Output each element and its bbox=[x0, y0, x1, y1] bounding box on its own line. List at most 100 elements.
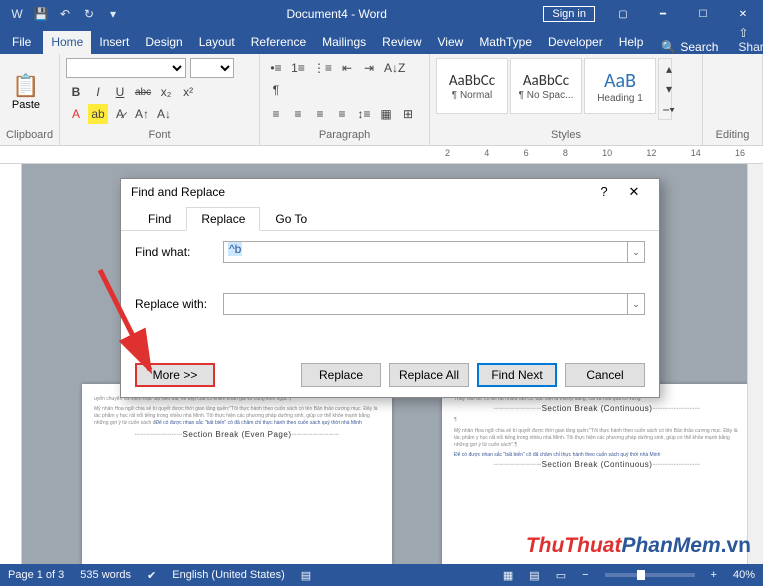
dialog-help-icon[interactable]: ? bbox=[589, 184, 619, 199]
justify-button[interactable]: ≡ bbox=[332, 104, 352, 124]
tab-file[interactable]: File bbox=[0, 31, 43, 54]
group-paragraph: •≡ 1≡ ⋮≡ ⇤ ⇥ A↓Z ¶ ≡ ≡ ≡ ≡ ↕≡ ▦ ⊞ Paragr… bbox=[260, 54, 430, 145]
dialog-titlebar[interactable]: Find and Replace ? ✕ bbox=[121, 179, 659, 204]
increase-indent-button[interactable]: ⇥ bbox=[359, 58, 379, 78]
zoom-out-icon[interactable]: − bbox=[582, 569, 588, 581]
save-icon[interactable]: 💾 bbox=[30, 3, 52, 25]
replace-all-button[interactable]: Replace All bbox=[389, 363, 469, 387]
undo-icon[interactable]: ↶ bbox=[54, 3, 76, 25]
tab-insert[interactable]: Insert bbox=[91, 31, 137, 54]
maximize-icon[interactable]: ☐ bbox=[683, 0, 723, 28]
line-spacing-button[interactable]: ↕≡ bbox=[354, 104, 374, 124]
tab-review[interactable]: Review bbox=[374, 31, 429, 54]
vertical-scrollbar[interactable] bbox=[747, 164, 763, 564]
group-styles: AaBbCc ¶ Normal AaBbCc ¶ No Spac... AaB … bbox=[430, 54, 703, 145]
dialog-tab-find[interactable]: Find bbox=[133, 207, 186, 231]
zoom-in-icon[interactable]: + bbox=[711, 569, 717, 581]
subscript-button[interactable]: x₂ bbox=[156, 82, 176, 102]
align-left-button[interactable]: ≡ bbox=[266, 104, 286, 124]
more-button[interactable]: More >> bbox=[135, 363, 215, 387]
align-center-button[interactable]: ≡ bbox=[288, 104, 308, 124]
window-title: Document4 - Word bbox=[130, 7, 543, 21]
cancel-button[interactable]: Cancel bbox=[565, 363, 645, 387]
redo-icon[interactable]: ↻ bbox=[78, 3, 100, 25]
qat-dropdown-icon[interactable]: ▾ bbox=[102, 3, 124, 25]
font-size-select[interactable] bbox=[190, 58, 234, 78]
dialog-close-icon[interactable]: ✕ bbox=[619, 184, 649, 200]
find-next-button[interactable]: Find Next bbox=[477, 363, 557, 387]
status-spellcheck-icon[interactable]: ✔ bbox=[147, 569, 156, 582]
multilevel-button[interactable]: ⋮≡ bbox=[310, 58, 335, 78]
ribbon: 📋 Paste Clipboard B I U abc x₂ x² A ab A… bbox=[0, 54, 763, 146]
view-web-icon[interactable]: ▭ bbox=[556, 569, 566, 582]
tab-help[interactable]: Help bbox=[611, 31, 652, 54]
word-app-icon[interactable]: W bbox=[6, 3, 28, 25]
group-font: B I U abc x₂ x² A ab A̷ A↑ A↓ Font bbox=[60, 54, 260, 145]
style-heading1[interactable]: AaB Heading 1 bbox=[584, 58, 656, 114]
status-page[interactable]: Page 1 of 3 bbox=[8, 569, 64, 581]
view-print-icon[interactable]: ▤ bbox=[529, 569, 539, 582]
shrink-font-button[interactable]: A↓ bbox=[154, 104, 174, 124]
tab-developer[interactable]: Developer bbox=[540, 31, 611, 54]
ribbon-options-icon[interactable]: ▢ bbox=[603, 0, 643, 28]
font-family-select[interactable] bbox=[66, 58, 186, 78]
dialog-tab-replace[interactable]: Replace bbox=[186, 207, 260, 231]
styles-more-icon[interactable]: ⎯▾ bbox=[659, 99, 679, 119]
share-button[interactable]: ⇧ Share bbox=[728, 26, 763, 54]
numbering-button[interactable]: 1≡ bbox=[288, 58, 308, 78]
show-marks-button[interactable]: ¶ bbox=[266, 80, 286, 100]
superscript-button[interactable]: x² bbox=[178, 82, 198, 102]
zoom-slider[interactable] bbox=[605, 573, 695, 577]
shading-button[interactable]: ▦ bbox=[376, 104, 396, 124]
tab-home[interactable]: Home bbox=[43, 31, 91, 54]
search-box[interactable]: 🔍 Search bbox=[651, 40, 728, 54]
style-normal[interactable]: AaBbCc ¶ Normal bbox=[436, 58, 508, 114]
horizontal-ruler[interactable]: 2 4 6 8 10 12 14 16 bbox=[0, 146, 763, 164]
grow-font-button[interactable]: A↑ bbox=[132, 104, 152, 124]
replace-button[interactable]: Replace bbox=[301, 363, 381, 387]
italic-button[interactable]: I bbox=[88, 82, 108, 102]
search-label: Search bbox=[680, 40, 718, 54]
highlight-button[interactable]: ab bbox=[88, 104, 108, 124]
sort-button[interactable]: A↓Z bbox=[381, 58, 408, 78]
vertical-ruler[interactable] bbox=[0, 164, 22, 564]
decrease-indent-button[interactable]: ⇤ bbox=[337, 58, 357, 78]
borders-button[interactable]: ⊞ bbox=[398, 104, 418, 124]
find-what-dropdown-icon[interactable]: ⌄ bbox=[628, 241, 645, 263]
dialog-title: Find and Replace bbox=[131, 185, 225, 199]
tab-view[interactable]: View bbox=[430, 31, 472, 54]
styles-up-icon[interactable]: ▴ bbox=[659, 59, 679, 79]
styles-down-icon[interactable]: ▾ bbox=[659, 79, 679, 99]
tab-mathtype[interactable]: MathType bbox=[471, 31, 540, 54]
tab-design[interactable]: Design bbox=[137, 31, 190, 54]
underline-button[interactable]: U bbox=[110, 82, 130, 102]
minimize-icon[interactable]: ━ bbox=[643, 0, 683, 28]
strike-button[interactable]: abc bbox=[132, 82, 154, 102]
tab-layout[interactable]: Layout bbox=[191, 31, 243, 54]
status-language[interactable]: English (United States) bbox=[172, 569, 285, 581]
dialog-tabs: Find Replace Go To bbox=[121, 206, 659, 231]
replace-with-dropdown-icon[interactable]: ⌄ bbox=[628, 293, 645, 315]
status-words[interactable]: 535 words bbox=[80, 569, 131, 581]
clear-format-button[interactable]: A̷ bbox=[110, 104, 130, 124]
align-right-button[interactable]: ≡ bbox=[310, 104, 330, 124]
tab-references[interactable]: Reference bbox=[243, 31, 314, 54]
zoom-level[interactable]: 40% bbox=[733, 569, 755, 581]
replace-with-label: Replace with: bbox=[135, 297, 223, 311]
view-read-icon[interactable]: ▦ bbox=[503, 569, 513, 582]
page-left: uyển chuyển và mềm mại. Sự dẻo dai, vẻ đ… bbox=[82, 384, 392, 564]
sign-in-button[interactable]: Sign in bbox=[543, 6, 595, 22]
style-no-spacing[interactable]: AaBbCc ¶ No Spac... bbox=[510, 58, 582, 114]
find-what-input[interactable]: ^b bbox=[223, 241, 628, 263]
dialog-tab-goto[interactable]: Go To bbox=[260, 207, 322, 231]
bullets-button[interactable]: •≡ bbox=[266, 58, 286, 78]
watermark: ThuThuatPhanMem.vn bbox=[526, 534, 751, 558]
bold-button[interactable]: B bbox=[66, 82, 86, 102]
close-icon[interactable]: ✕ bbox=[723, 0, 763, 28]
tab-mailings[interactable]: Mailings bbox=[314, 31, 374, 54]
paste-button[interactable]: 📋 Paste bbox=[6, 58, 46, 126]
status-macro-icon[interactable]: ▤ bbox=[301, 569, 311, 582]
font-color-button[interactable]: A bbox=[66, 104, 86, 124]
replace-with-input[interactable] bbox=[223, 293, 628, 315]
group-clipboard: 📋 Paste Clipboard bbox=[0, 54, 60, 145]
